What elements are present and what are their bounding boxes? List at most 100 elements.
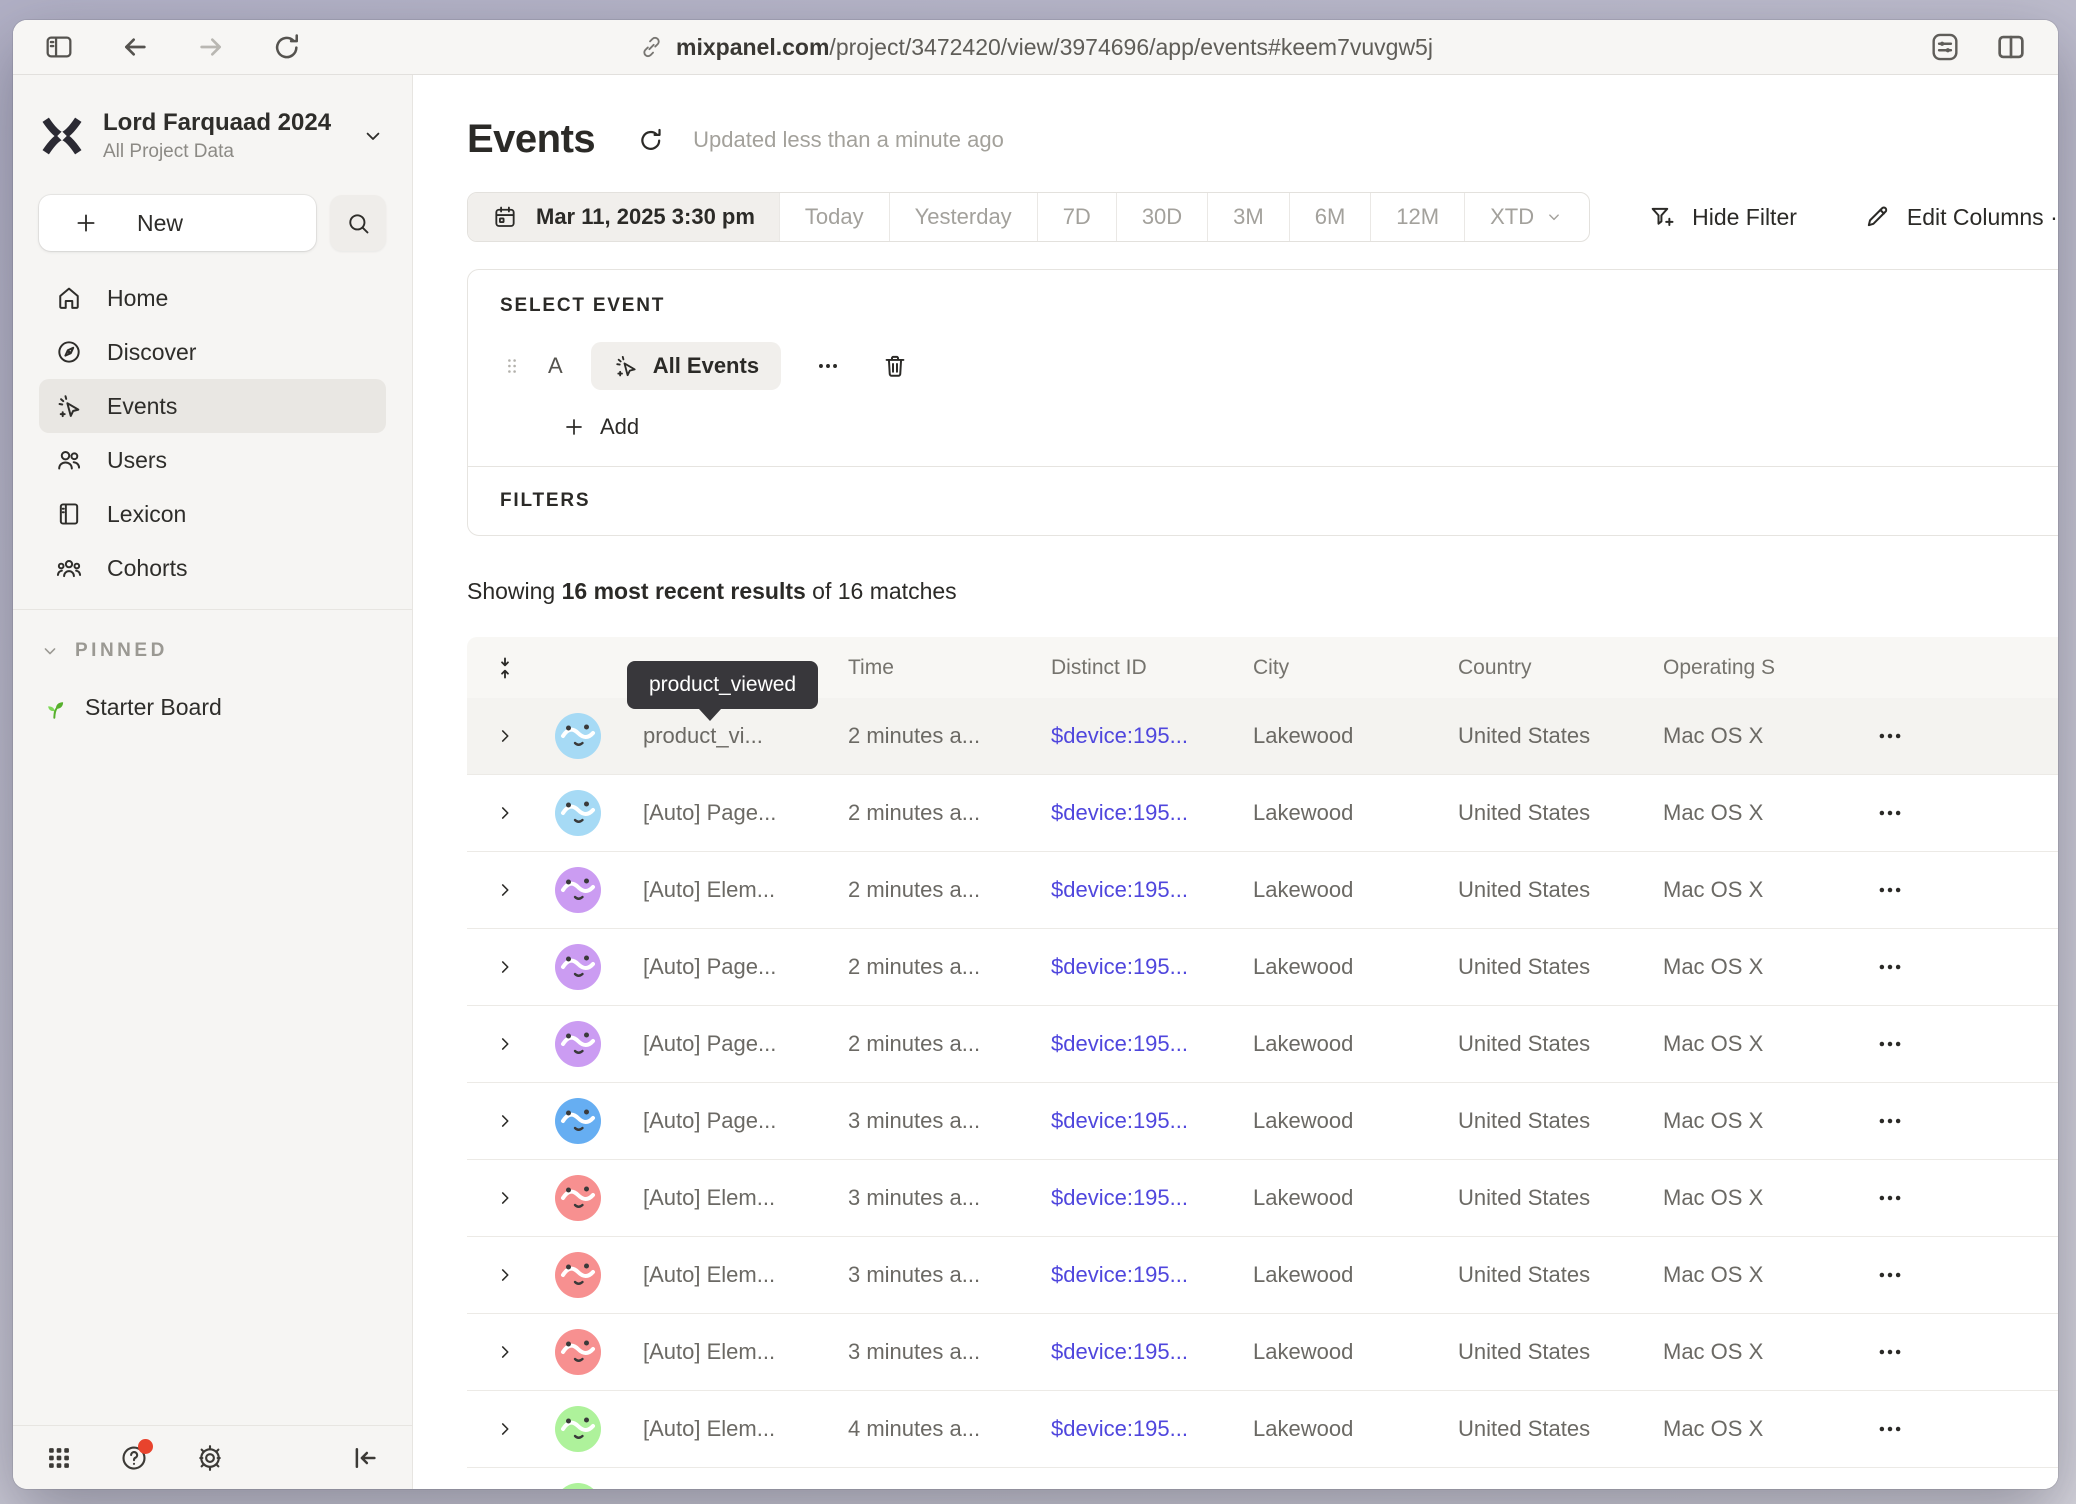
- event-name-cell: product_vi...: [613, 723, 848, 749]
- expand-row-icon[interactable]: [494, 879, 516, 901]
- time-cell: 3 minutes a...: [848, 1339, 1051, 1365]
- range-today[interactable]: Today: [779, 193, 889, 241]
- expand-row-icon[interactable]: [494, 1033, 516, 1055]
- expand-row-icon[interactable]: [494, 802, 516, 824]
- browser-sidebar-toggle-icon[interactable]: [43, 31, 75, 63]
- table-row[interactable]: [Auto] Page... 2 minutes a... $device:19…: [467, 1006, 2058, 1083]
- city-cell: Lakewood: [1253, 1416, 1458, 1442]
- range-12m[interactable]: 12M: [1370, 193, 1464, 241]
- date-picker-segment[interactable]: Mar 11, 2025 3:30 pm: [468, 193, 779, 241]
- refresh-icon[interactable]: [637, 126, 665, 154]
- distinct-id-link[interactable]: $device:195...: [1051, 1031, 1188, 1056]
- city-cell: Lakewood: [1253, 1108, 1458, 1134]
- workspace-switcher[interactable]: Lord Farquaad 2024 All Project Data: [39, 109, 386, 163]
- drag-handle-icon[interactable]: [500, 354, 524, 378]
- row-menu-icon[interactable]: [1875, 875, 2058, 905]
- expand-row-icon[interactable]: [494, 956, 516, 978]
- split-view-icon[interactable]: [1994, 30, 2028, 64]
- column-header-distinct-id[interactable]: Distinct ID: [1051, 656, 1253, 680]
- sidebar-item-discover[interactable]: Discover: [39, 325, 386, 379]
- sidebar-item-events[interactable]: Events: [39, 379, 386, 433]
- sidebar-item-lexicon[interactable]: Lexicon: [39, 487, 386, 541]
- expand-row-icon[interactable]: [494, 1187, 516, 1209]
- table-row[interactable]: [Auto] Page... 2 minutes a... $device:19…: [467, 929, 2058, 1006]
- distinct-id-link[interactable]: $device:195...: [1051, 877, 1188, 902]
- distinct-id-link[interactable]: $device:195...: [1051, 800, 1188, 825]
- table-row[interactable]: [467, 1468, 2058, 1489]
- row-menu-icon[interactable]: [1875, 1029, 2058, 1059]
- column-header-city[interactable]: City: [1253, 656, 1458, 680]
- sidebar-item-starter-board[interactable]: Starter Board: [39, 694, 386, 721]
- table-row[interactable]: [Auto] Elem... 3 minutes a... $device:19…: [467, 1237, 2058, 1314]
- settings-gear-icon[interactable]: [195, 1443, 225, 1473]
- distinct-id-link[interactable]: $device:195...: [1051, 723, 1188, 748]
- hide-filter-button[interactable]: Hide Filter: [1648, 203, 1797, 231]
- search-button[interactable]: [330, 195, 386, 251]
- home-icon: [55, 284, 83, 312]
- apps-grid-icon[interactable]: [45, 1444, 73, 1472]
- event-avatar: [555, 867, 601, 913]
- table-row[interactable]: [Auto] Page... 2 minutes a... $device:19…: [467, 775, 2058, 852]
- event-options-icon[interactable]: [815, 353, 841, 379]
- distinct-id-link[interactable]: $device:195...: [1051, 1108, 1188, 1133]
- row-menu-icon[interactable]: [1875, 1183, 2058, 1213]
- expand-row-icon[interactable]: [494, 1110, 516, 1132]
- range-7d[interactable]: 7D: [1037, 193, 1116, 241]
- range-xtd-dropdown[interactable]: XTD: [1464, 193, 1589, 241]
- event-selector-chip[interactable]: All Events: [591, 342, 781, 390]
- column-header-time[interactable]: Time: [848, 656, 1051, 680]
- table-row[interactable]: [Auto] Elem... 3 minutes a... $device:19…: [467, 1314, 2058, 1391]
- table-row[interactable]: [Auto] Elem... 2 minutes a... $device:19…: [467, 852, 2058, 929]
- expand-row-icon[interactable]: [494, 725, 516, 747]
- distinct-id-link[interactable]: $device:195...: [1051, 1262, 1188, 1287]
- back-icon[interactable]: [119, 31, 151, 63]
- table-row[interactable]: [Auto] Elem... 4 minutes a... $device:19…: [467, 1391, 2058, 1468]
- row-menu-icon[interactable]: [1875, 798, 2058, 828]
- expand-row-icon[interactable]: [494, 1341, 516, 1363]
- time-cell: 4 minutes a...: [848, 1416, 1051, 1442]
- sidebar-item-users[interactable]: Users: [39, 433, 386, 487]
- sidebar-item-home[interactable]: Home: [39, 271, 386, 325]
- distinct-id-link[interactable]: $device:195...: [1051, 954, 1188, 979]
- row-menu-icon[interactable]: [1875, 1260, 2058, 1290]
- range-3m[interactable]: 3M: [1207, 193, 1289, 241]
- new-button[interactable]: New: [39, 195, 316, 251]
- row-menu-icon[interactable]: [1875, 952, 2058, 982]
- row-menu-icon[interactable]: [1875, 1414, 2058, 1444]
- reload-icon[interactable]: [271, 31, 303, 63]
- plus-icon: [562, 415, 586, 439]
- address-bar[interactable]: mixpanel.com/project/3472420/view/397469…: [638, 20, 1433, 74]
- range-6m[interactable]: 6M: [1289, 193, 1371, 241]
- column-header-country[interactable]: Country: [1458, 656, 1663, 680]
- time-cell: 3 minutes a...: [848, 1262, 1051, 1288]
- expand-row-icon[interactable]: [494, 1264, 516, 1286]
- collapse-sidebar-icon[interactable]: [350, 1443, 380, 1473]
- column-header-os[interactable]: Operating S: [1663, 656, 1847, 680]
- country-cell: United States: [1458, 1185, 1663, 1211]
- edit-columns-button[interactable]: Edit Columns · 6: [1863, 203, 2058, 231]
- trash-icon[interactable]: [881, 352, 909, 380]
- distinct-id-link[interactable]: $device:195...: [1051, 1416, 1188, 1441]
- add-event-button[interactable]: Add: [562, 414, 2058, 440]
- range-yesterday[interactable]: Yesterday: [889, 193, 1037, 241]
- row-menu-icon[interactable]: [1875, 1337, 2058, 1367]
- page-settings-icon[interactable]: [1928, 30, 1962, 64]
- updated-status: Updated less than a minute ago: [693, 127, 1004, 153]
- chevron-down-icon: [39, 640, 61, 662]
- city-cell: Lakewood: [1253, 1339, 1458, 1365]
- table-row[interactable]: [Auto] Page... 3 minutes a... $device:19…: [467, 1083, 2058, 1160]
- sidebar-item-cohorts[interactable]: Cohorts: [39, 541, 386, 595]
- distinct-id-link[interactable]: $device:195...: [1051, 1339, 1188, 1364]
- seedling-icon: [41, 695, 67, 721]
- row-menu-icon[interactable]: [1875, 1106, 2058, 1136]
- page-title: Events: [467, 117, 595, 162]
- range-30d[interactable]: 30D: [1116, 193, 1207, 241]
- row-menu-icon[interactable]: [1875, 721, 2058, 751]
- distinct-id-link[interactable]: $device:195...: [1051, 1185, 1188, 1210]
- table-row[interactable]: [Auto] Elem... 3 minutes a... $device:19…: [467, 1160, 2058, 1237]
- country-cell: United States: [1458, 1416, 1663, 1442]
- pinned-section-header[interactable]: PINNED: [39, 640, 386, 662]
- sort-icon[interactable]: [467, 655, 543, 681]
- expand-row-icon[interactable]: [494, 1418, 516, 1440]
- help-button[interactable]: [119, 1443, 149, 1473]
